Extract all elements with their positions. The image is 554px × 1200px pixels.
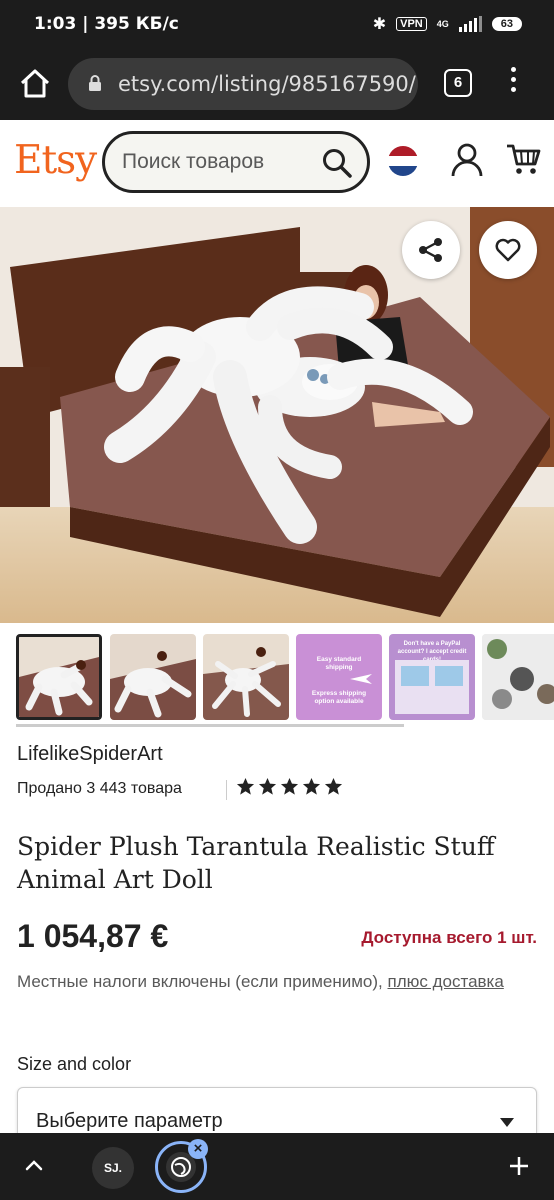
signal-icon <box>458 16 482 32</box>
browser-bottom-bar: SJ. × <box>0 1133 554 1200</box>
url-text: etsy.com/listing/985167590/ <box>118 72 416 96</box>
share-icon <box>419 238 442 262</box>
spider-plush-photo <box>0 207 554 623</box>
divider <box>226 780 227 800</box>
thumbnail-3[interactable] <box>203 634 289 720</box>
thumbnail-1[interactable] <box>16 634 102 720</box>
user-icon[interactable] <box>450 142 484 178</box>
taxes-note: Местные налоги включены (если применимо)… <box>17 969 537 995</box>
search-placeholder: Поиск товаров <box>122 150 265 173</box>
vpn-badge: VPN <box>396 17 427 31</box>
site-header: Etsy Поиск товаров <box>0 120 554 206</box>
browser-toolbar: etsy.com/listing/985167590/ 6 <box>0 50 554 120</box>
url-bar[interactable]: etsy.com/listing/985167590/ <box>68 58 418 110</box>
favorite-button[interactable] <box>479 221 537 279</box>
rating-stars[interactable] <box>236 777 343 796</box>
status-time: 1:03 | 395 КБ/с <box>34 14 179 34</box>
listing-title: Spider Plush Tarantula Realistic Stuff A… <box>17 832 495 894</box>
search-icon[interactable] <box>321 147 353 179</box>
promo-express-text: Express shipping option available <box>311 690 367 705</box>
search-input[interactable]: Поиск товаров <box>102 131 370 193</box>
star-icon <box>302 777 321 795</box>
thumbnail-6[interactable] <box>482 634 554 720</box>
star-icon <box>236 777 255 795</box>
taxes-text: Местные налоги включены (если применимо)… <box>17 972 383 991</box>
home-icon[interactable] <box>16 64 54 102</box>
star-icon <box>258 777 277 795</box>
thumbnail-scrollbar[interactable] <box>16 724 404 727</box>
network-type: 4G <box>436 18 449 29</box>
battery-icon: 63 <box>491 17 522 31</box>
plane-icon <box>350 674 372 684</box>
tab-switcher-button[interactable]: 6 <box>444 69 472 97</box>
shop-name-link[interactable]: LifelikeSpiderArt <box>17 743 163 766</box>
option-label: Size and color <box>17 1054 132 1074</box>
star-icon <box>280 777 299 795</box>
thumbnail-2[interactable] <box>110 634 196 720</box>
shipping-link[interactable]: плюс доставка <box>388 972 504 991</box>
close-icon[interactable]: × <box>188 1139 208 1159</box>
status-bar: 1:03 | 395 КБ/с ✱ VPN 4G 63 <box>0 0 554 50</box>
sales-count: Продано 3 443 товара <box>17 780 182 797</box>
thumbnail-4-shipping-promo[interactable]: Easy standard shipping Express shipping … <box>296 634 382 720</box>
plus-icon[interactable] <box>508 1155 530 1177</box>
tab-group-item[interactable]: SJ. <box>92 1147 134 1189</box>
cart-icon[interactable] <box>505 142 541 176</box>
region-flag-icon[interactable] <box>388 146 418 176</box>
star-icon <box>324 777 343 795</box>
heart-icon <box>495 238 521 262</box>
etsy-logo[interactable]: Etsy <box>14 138 97 183</box>
share-button[interactable] <box>402 221 460 279</box>
listing-main-image[interactable] <box>0 207 554 623</box>
listing-price: 1 054,87 € <box>17 918 169 954</box>
chevron-up-icon[interactable] <box>24 1155 44 1175</box>
thumbnail-5-payment-promo[interactable]: Don't have a PayPal account? I accept cr… <box>389 634 475 720</box>
browser-menu-icon[interactable] <box>507 67 519 99</box>
lock-icon <box>89 75 101 91</box>
stock-notice: Доступна всего 1 шт. <box>361 928 537 947</box>
option-select-value: Выберите параметр <box>36 1110 223 1132</box>
chevron-down-icon <box>500 1118 514 1127</box>
bluetooth-icon: ✱ <box>372 16 387 33</box>
image-thumbnails[interactable]: Easy standard shipping Express shipping … <box>0 634 554 726</box>
status-icons: ✱ VPN 4G 63 <box>373 14 522 34</box>
